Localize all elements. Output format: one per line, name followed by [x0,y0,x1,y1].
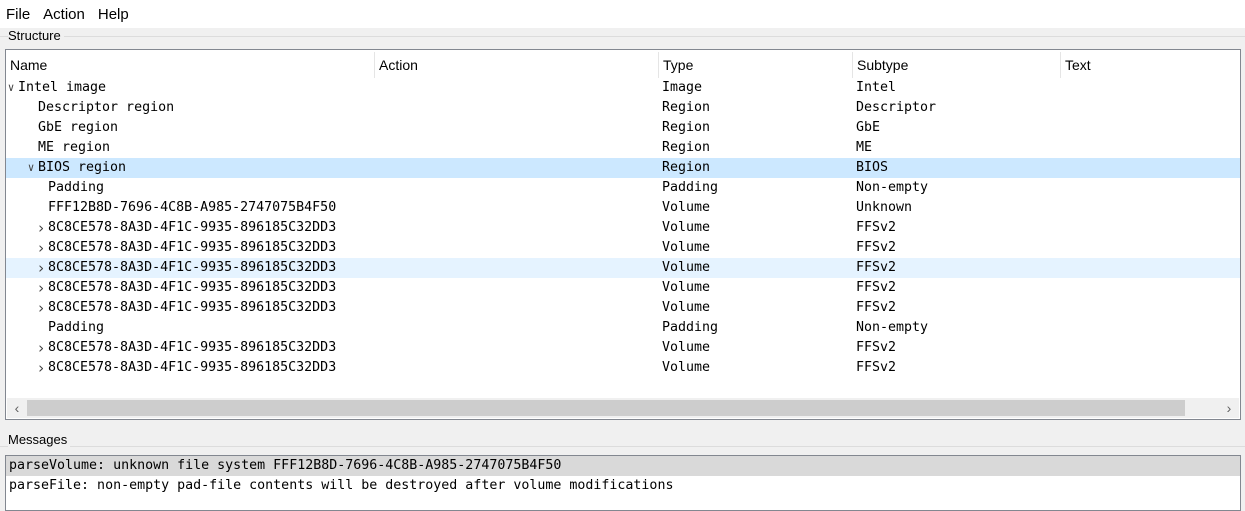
tree-row[interactable]: ∨ BIOS region Region BIOS [6,158,1240,178]
chevron-right-icon[interactable]: › [35,298,47,318]
structure-label: Structure [8,28,64,43]
row-type: Region [662,120,711,135]
row-subtype: FFSv2 [856,240,897,255]
row-name: 8C8CE578-8A3D-4F1C-9935-896185C32DD3 [48,340,337,355]
row-subtype: FFSv2 [856,260,897,275]
message-item[interactable]: parseVolume: unknown file system FFF12B8… [6,456,1240,476]
row-type: Padding [662,320,719,335]
menu-bar: File Action Help [0,0,1245,28]
column-header-action[interactable]: Action [375,52,659,78]
column-header-type[interactable]: Type [659,52,853,78]
row-type: Padding [662,180,719,195]
row-type: Region [662,140,711,155]
tree-row[interactable]: › 8C8CE578-8A3D-4F1C-9935-896185C32DD3 Vol… [6,258,1240,278]
tree-header: Name Action Type Subtype Text [6,52,1240,78]
row-type: Volume [662,200,711,215]
row-name: 8C8CE578-8A3D-4F1C-9935-896185C32DD3 [48,260,337,275]
row-type: Volume [662,220,711,235]
row-subtype: Unknown [856,200,913,215]
scrollbar-thumb[interactable] [27,400,1185,416]
messages-list[interactable]: parseVolume: unknown file system FFF12B8… [5,455,1241,511]
tree-row[interactable]: › 8C8CE578-8A3D-4F1C-9935-896185C32DD3 Vol… [6,358,1240,378]
row-name: Descriptor region [38,100,175,115]
menu-action[interactable]: Action [43,0,92,28]
row-subtype: FFSv2 [856,300,897,315]
row-type: Volume [662,340,711,355]
messages-group-line [0,446,1245,447]
chevron-right-icon[interactable]: › [35,238,47,258]
row-name: BIOS region [38,160,127,175]
scroll-left-icon[interactable]: ‹ [7,398,27,418]
chevron-right-icon[interactable]: › [35,278,47,298]
row-type: Image [662,80,703,95]
row-subtype: BIOS [856,160,889,175]
row-subtype: FFSv2 [856,280,897,295]
tree-row[interactable]: Descriptor region Region Descriptor [6,98,1240,118]
structure-group-line [0,36,1245,37]
column-header-subtype[interactable]: Subtype [853,52,1061,78]
tree-row[interactable]: › 8C8CE578-8A3D-4F1C-9935-896185C32DD3 Vol… [6,338,1240,358]
row-name: 8C8CE578-8A3D-4F1C-9935-896185C32DD3 [48,300,337,315]
row-name: 8C8CE578-8A3D-4F1C-9935-896185C32DD3 [48,240,337,255]
menu-help[interactable]: Help [98,0,136,28]
scroll-right-icon[interactable]: › [1219,398,1239,418]
horizontal-scrollbar[interactable]: ‹ › [7,398,1239,418]
row-name: 8C8CE578-8A3D-4F1C-9935-896185C32DD3 [48,280,337,295]
row-type: Volume [662,360,711,375]
structure-tree[interactable]: Name Action Type Subtype Text ∨ Intel ima… [5,49,1241,420]
chevron-right-icon[interactable]: › [35,338,47,358]
chevron-down-icon[interactable]: ∨ [25,158,37,178]
row-type: Volume [662,280,711,295]
message-item[interactable]: parseFile: non-empty pad-file contents w… [6,476,1240,496]
tree-row[interactable]: Padding Padding Non-empty [6,318,1240,338]
row-type: Volume [662,260,711,275]
row-name: Padding [48,180,105,195]
row-subtype: GbE [856,120,881,135]
tree-row[interactable]: ME region Region ME [6,138,1240,158]
chevron-right-icon[interactable]: › [35,258,47,278]
chevron-right-icon[interactable]: › [35,218,47,238]
tree-row[interactable]: › 8C8CE578-8A3D-4F1C-9935-896185C32DD3 Vol… [6,218,1240,238]
row-subtype: FFSv2 [856,360,897,375]
chevron-right-icon[interactable]: › [35,358,47,378]
chevron-down-icon[interactable]: ∨ [5,78,17,98]
row-type: Region [662,100,711,115]
tree-row[interactable]: Padding Padding Non-empty [6,178,1240,198]
tree-row[interactable]: › 8C8CE578-8A3D-4F1C-9935-896185C32DD3 Vol… [6,278,1240,298]
row-subtype: Non-empty [856,320,929,335]
menu-file[interactable]: File [6,0,37,28]
row-name: FFF12B8D-7696-4C8B-A985-2747075B4F50 [48,200,337,215]
row-type: Volume [662,240,711,255]
row-subtype: FFSv2 [856,340,897,355]
tree-row[interactable]: ∨ Intel image Image Intel [6,78,1240,98]
row-subtype: Intel [856,80,897,95]
row-name: ME region [38,140,111,155]
row-subtype: Non-empty [856,180,929,195]
row-subtype: Descriptor [856,100,937,115]
row-type: Region [662,160,711,175]
row-type: Volume [662,300,711,315]
tree-row[interactable]: › 8C8CE578-8A3D-4F1C-9935-896185C32DD3 Vol… [6,238,1240,258]
tree-row[interactable]: › 8C8CE578-8A3D-4F1C-9935-896185C32DD3 Vol… [6,298,1240,318]
row-name: 8C8CE578-8A3D-4F1C-9935-896185C32DD3 [48,220,337,235]
row-subtype: ME [856,140,873,155]
row-name: GbE region [38,120,119,135]
row-name: Intel image [18,80,107,95]
tree-row[interactable]: GbE region Region GbE [6,118,1240,138]
row-name: 8C8CE578-8A3D-4F1C-9935-896185C32DD3 [48,360,337,375]
messages-label: Messages [8,432,71,447]
row-subtype: FFSv2 [856,220,897,235]
row-name: Padding [48,320,105,335]
column-header-text[interactable]: Text [1061,52,1241,78]
tree-row[interactable]: FFF12B8D-7696-4C8B-A985-2747075B4F50 Volu… [6,198,1240,218]
column-header-name[interactable]: Name [6,52,375,78]
